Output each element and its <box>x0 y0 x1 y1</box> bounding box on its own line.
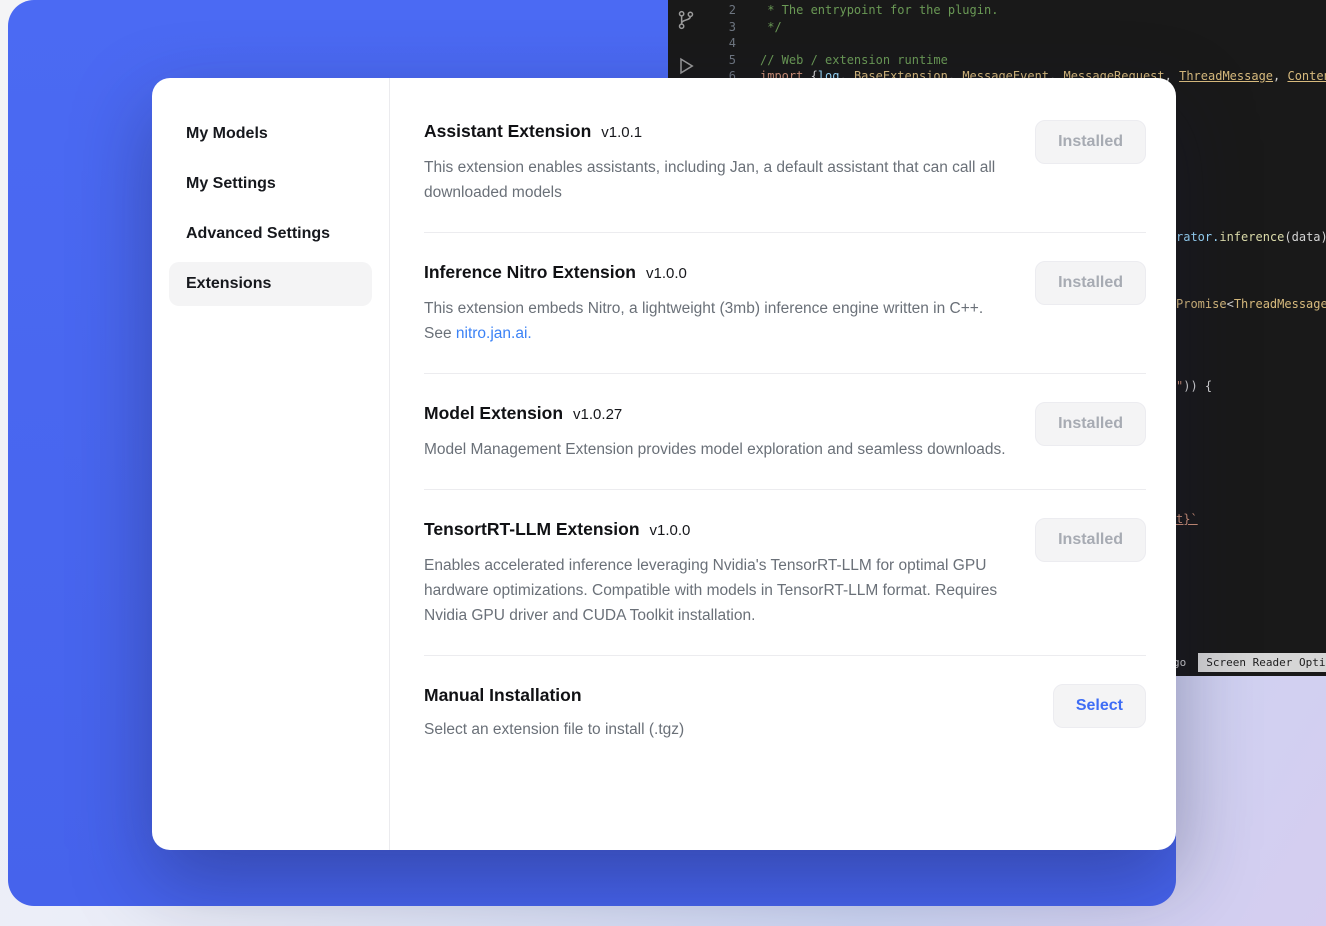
extension-section-manual-install: Manual Installation Select an extension … <box>424 656 1146 769</box>
select-file-button[interactable]: Select <box>1053 684 1146 728</box>
extension-section-assistant: Assistant Extension v1.0.1 This extension… <box>424 92 1146 233</box>
extension-description: This extension enables assistants, inclu… <box>424 155 1006 205</box>
extension-title-text: Model Extension <box>424 403 563 423</box>
run-debug-icon[interactable] <box>676 56 696 76</box>
source-control-icon[interactable] <box>676 10 696 30</box>
extension-title: TensortRT-LLM Extension v1.0.0 <box>424 516 1006 544</box>
sidebar-item-advanced-settings[interactable]: Advanced Settings <box>169 212 372 256</box>
extension-title-text: Manual Installation <box>424 685 582 705</box>
screen-reader-badge[interactable]: Screen Reader Optimize <box>1198 653 1326 672</box>
extension-section-nitro: Inference Nitro Extension v1.0.0 This ext… <box>424 233 1146 374</box>
extension-version: v1.0.0 <box>646 265 687 282</box>
settings-sidebar: My Models My Settings Advanced Settings … <box>152 78 390 850</box>
extension-version: v1.0.0 <box>650 522 691 539</box>
settings-modal: My Models My Settings Advanced Settings … <box>152 78 1176 850</box>
extension-section-tensorrt: TensortRT-LLM Extension v1.0.0 Enables ac… <box>424 490 1146 656</box>
extension-version: v1.0.1 <box>601 124 642 141</box>
extension-title: Assistant Extension v1.0.1 <box>424 118 1006 146</box>
extension-title: Manual Installation <box>424 682 684 708</box>
code-fragment-promise: Promise<ThreadMessage> <box>1176 297 1326 311</box>
sidebar-item-my-models[interactable]: My Models <box>169 112 372 156</box>
sidebar-item-my-settings[interactable]: My Settings <box>169 162 372 206</box>
extension-description: This extension embeds Nitro, a lightweig… <box>424 296 1006 346</box>
code-fragment-inference: rator.inference(data)); <box>1176 230 1326 244</box>
code-lines: 2 * The entrypoint for the plugin.3 */45… <box>704 2 1326 85</box>
extension-description: Enables accelerated inference leveraging… <box>424 553 1006 628</box>
extension-title-text: Inference Nitro Extension <box>424 262 636 282</box>
extension-title: Inference Nitro Extension v1.0.0 <box>424 259 1006 287</box>
sidebar-item-extensions[interactable]: Extensions <box>169 262 372 306</box>
installed-button[interactable]: Installed <box>1035 402 1146 446</box>
installed-button[interactable]: Installed <box>1035 518 1146 562</box>
code-fragment-template: t}` <box>1176 512 1198 526</box>
nitro-jan-ai-link[interactable]: nitro.jan.ai. <box>456 325 532 342</box>
installed-button[interactable]: Installed <box>1035 261 1146 305</box>
extension-title-text: TensortRT-LLM Extension <box>424 519 640 539</box>
extension-description: Model Management Extension provides mode… <box>424 437 1006 462</box>
extension-description: Select an extension file to install (.tg… <box>424 717 684 742</box>
extensions-list: Assistant Extension v1.0.1 This extension… <box>390 78 1176 850</box>
installed-button[interactable]: Installed <box>1035 120 1146 164</box>
code-fragment-brace: ")) { <box>1176 379 1212 393</box>
extension-title-text: Assistant Extension <box>424 121 591 141</box>
extension-title: Model Extension v1.0.27 <box>424 400 1006 428</box>
extension-section-model: Model Extension v1.0.27 Model Management … <box>424 374 1146 490</box>
code-area: 2 * The entrypoint for the plugin.3 */45… <box>704 2 1326 85</box>
extension-version: v1.0.27 <box>573 406 622 423</box>
